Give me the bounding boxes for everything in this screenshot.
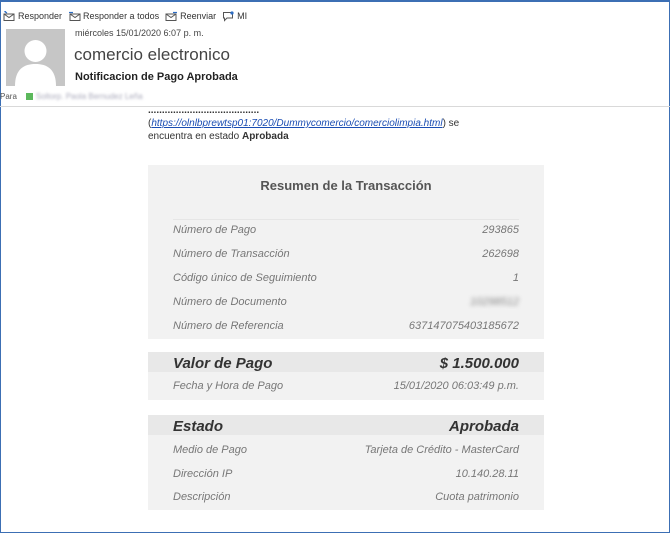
summary-row-seguimiento: Código único de Seguimiento 1	[173, 272, 519, 284]
summary-row-pago: Número de Pago 293865	[173, 224, 519, 236]
status-value: Aprobada	[448, 418, 519, 435]
recipient-row: Para Soltorp. Paola Bernudez Leña	[0, 92, 143, 101]
message-body-text: ........................................…	[148, 111, 548, 143]
summary-row-referencia: Número de Referencia 637147075403185672	[173, 320, 519, 332]
forward-icon	[165, 11, 178, 21]
presence-indicator	[25, 93, 33, 100]
summary-title: Resumen de la Transacción	[260, 178, 432, 193]
row-label: Fecha y Hora de Pago	[173, 380, 284, 392]
reply-button[interactable]: Responder	[3, 10, 63, 22]
link-line: (https://olnlbprewtsp01:7020/Dummycomerc…	[148, 117, 548, 130]
sender-avatar	[6, 29, 65, 86]
status-row-ip: Dirección IP 10.140.28.11	[173, 468, 519, 480]
row-label: Descripción	[173, 491, 231, 503]
row-label: Dirección IP	[173, 468, 233, 480]
forward-button[interactable]: Reenviar	[165, 11, 216, 22]
message-toolbar: Responder Responder a todos Reenviar MI	[3, 8, 253, 24]
row-label: Código único de Seguimiento	[173, 272, 317, 284]
status-label: Estado	[173, 418, 224, 435]
summary-row-transaccion: Número de Transacción 262698	[173, 248, 519, 260]
im-label: MI	[237, 11, 248, 21]
row-label: Número de Referencia	[173, 320, 284, 332]
row-value: 637147075403185672	[408, 320, 519, 332]
reply-all-icon	[69, 11, 81, 21]
payment-amount-row: Valor de Pago $ 1.500.000	[173, 355, 519, 372]
im-button[interactable]: MI	[222, 10, 248, 22]
row-label: Número de Documento	[173, 296, 287, 308]
row-label: Medio de Pago	[173, 444, 247, 456]
reply-icon	[3, 10, 15, 21]
status-row: Estado Aprobada	[173, 418, 519, 435]
transaction-summary-panel: Resumen de la Transacción Número de Pago…	[148, 165, 544, 339]
payment-date-row: Fecha y Hora de Pago 15/01/2020 06:03:49…	[173, 380, 519, 392]
forward-label: Reenviar	[180, 11, 217, 21]
row-value: 10.140.28.11	[455, 468, 519, 480]
row-value: 15/01/2020 06:03:49 p.m.	[393, 380, 519, 392]
sent-date: miércoles 15/01/2020 6:07 p. m.	[75, 28, 204, 38]
status-word: Aprobada	[241, 131, 289, 142]
sender-name[interactable]: comercio electronico	[74, 45, 230, 65]
status-panel: Estado Aprobada Medio de Pago Tarjeta de…	[148, 415, 544, 510]
row-value: Tarjeta de Crédito - MasterCard	[364, 444, 519, 456]
row-value: Cuota patrimonio	[435, 491, 519, 503]
chat-icon	[223, 10, 234, 22]
message-subject: Notificacion de Pago Aprobada	[75, 71, 238, 83]
payment-value: $ 1.500.000	[439, 355, 519, 372]
to-label: Para	[0, 92, 17, 101]
payment-panel: Valor de Pago $ 1.500.000 Fecha y Hora d…	[148, 352, 544, 400]
row-value-redacted: 10298512	[470, 296, 519, 308]
status-row-descripcion: Descripción Cuota patrimonio	[173, 491, 519, 503]
row-value: 262698	[482, 248, 519, 260]
reply-all-button[interactable]: Responder a todos	[68, 11, 159, 22]
person-placeholder-icon	[6, 29, 65, 86]
commerce-link[interactable]: https://olnlbprewtsp01:7020/Dummycomerci…	[151, 118, 442, 129]
summary-separator	[173, 219, 519, 220]
status-line: encuentra en estado Aprobada	[148, 130, 548, 143]
row-label: Número de Transacción	[173, 248, 290, 260]
status-prefix: encuentra en estado	[148, 131, 242, 142]
row-value: 1	[512, 272, 519, 284]
row-value: 293865	[482, 224, 519, 236]
recipient-name[interactable]: Soltorp. Paola Bernudez Leña	[36, 92, 143, 101]
payment-label: Valor de Pago	[173, 355, 273, 372]
row-label: Número de Pago	[173, 224, 257, 236]
paren-close: ) se	[442, 118, 460, 129]
summary-row-documento: Número de Documento 10298512	[173, 296, 519, 308]
reply-all-label: Responder a todos	[83, 11, 160, 21]
reply-label: Responder	[18, 11, 63, 21]
header-divider	[0, 106, 670, 107]
status-row-medio: Medio de Pago Tarjeta de Crédito - Maste…	[173, 444, 519, 456]
